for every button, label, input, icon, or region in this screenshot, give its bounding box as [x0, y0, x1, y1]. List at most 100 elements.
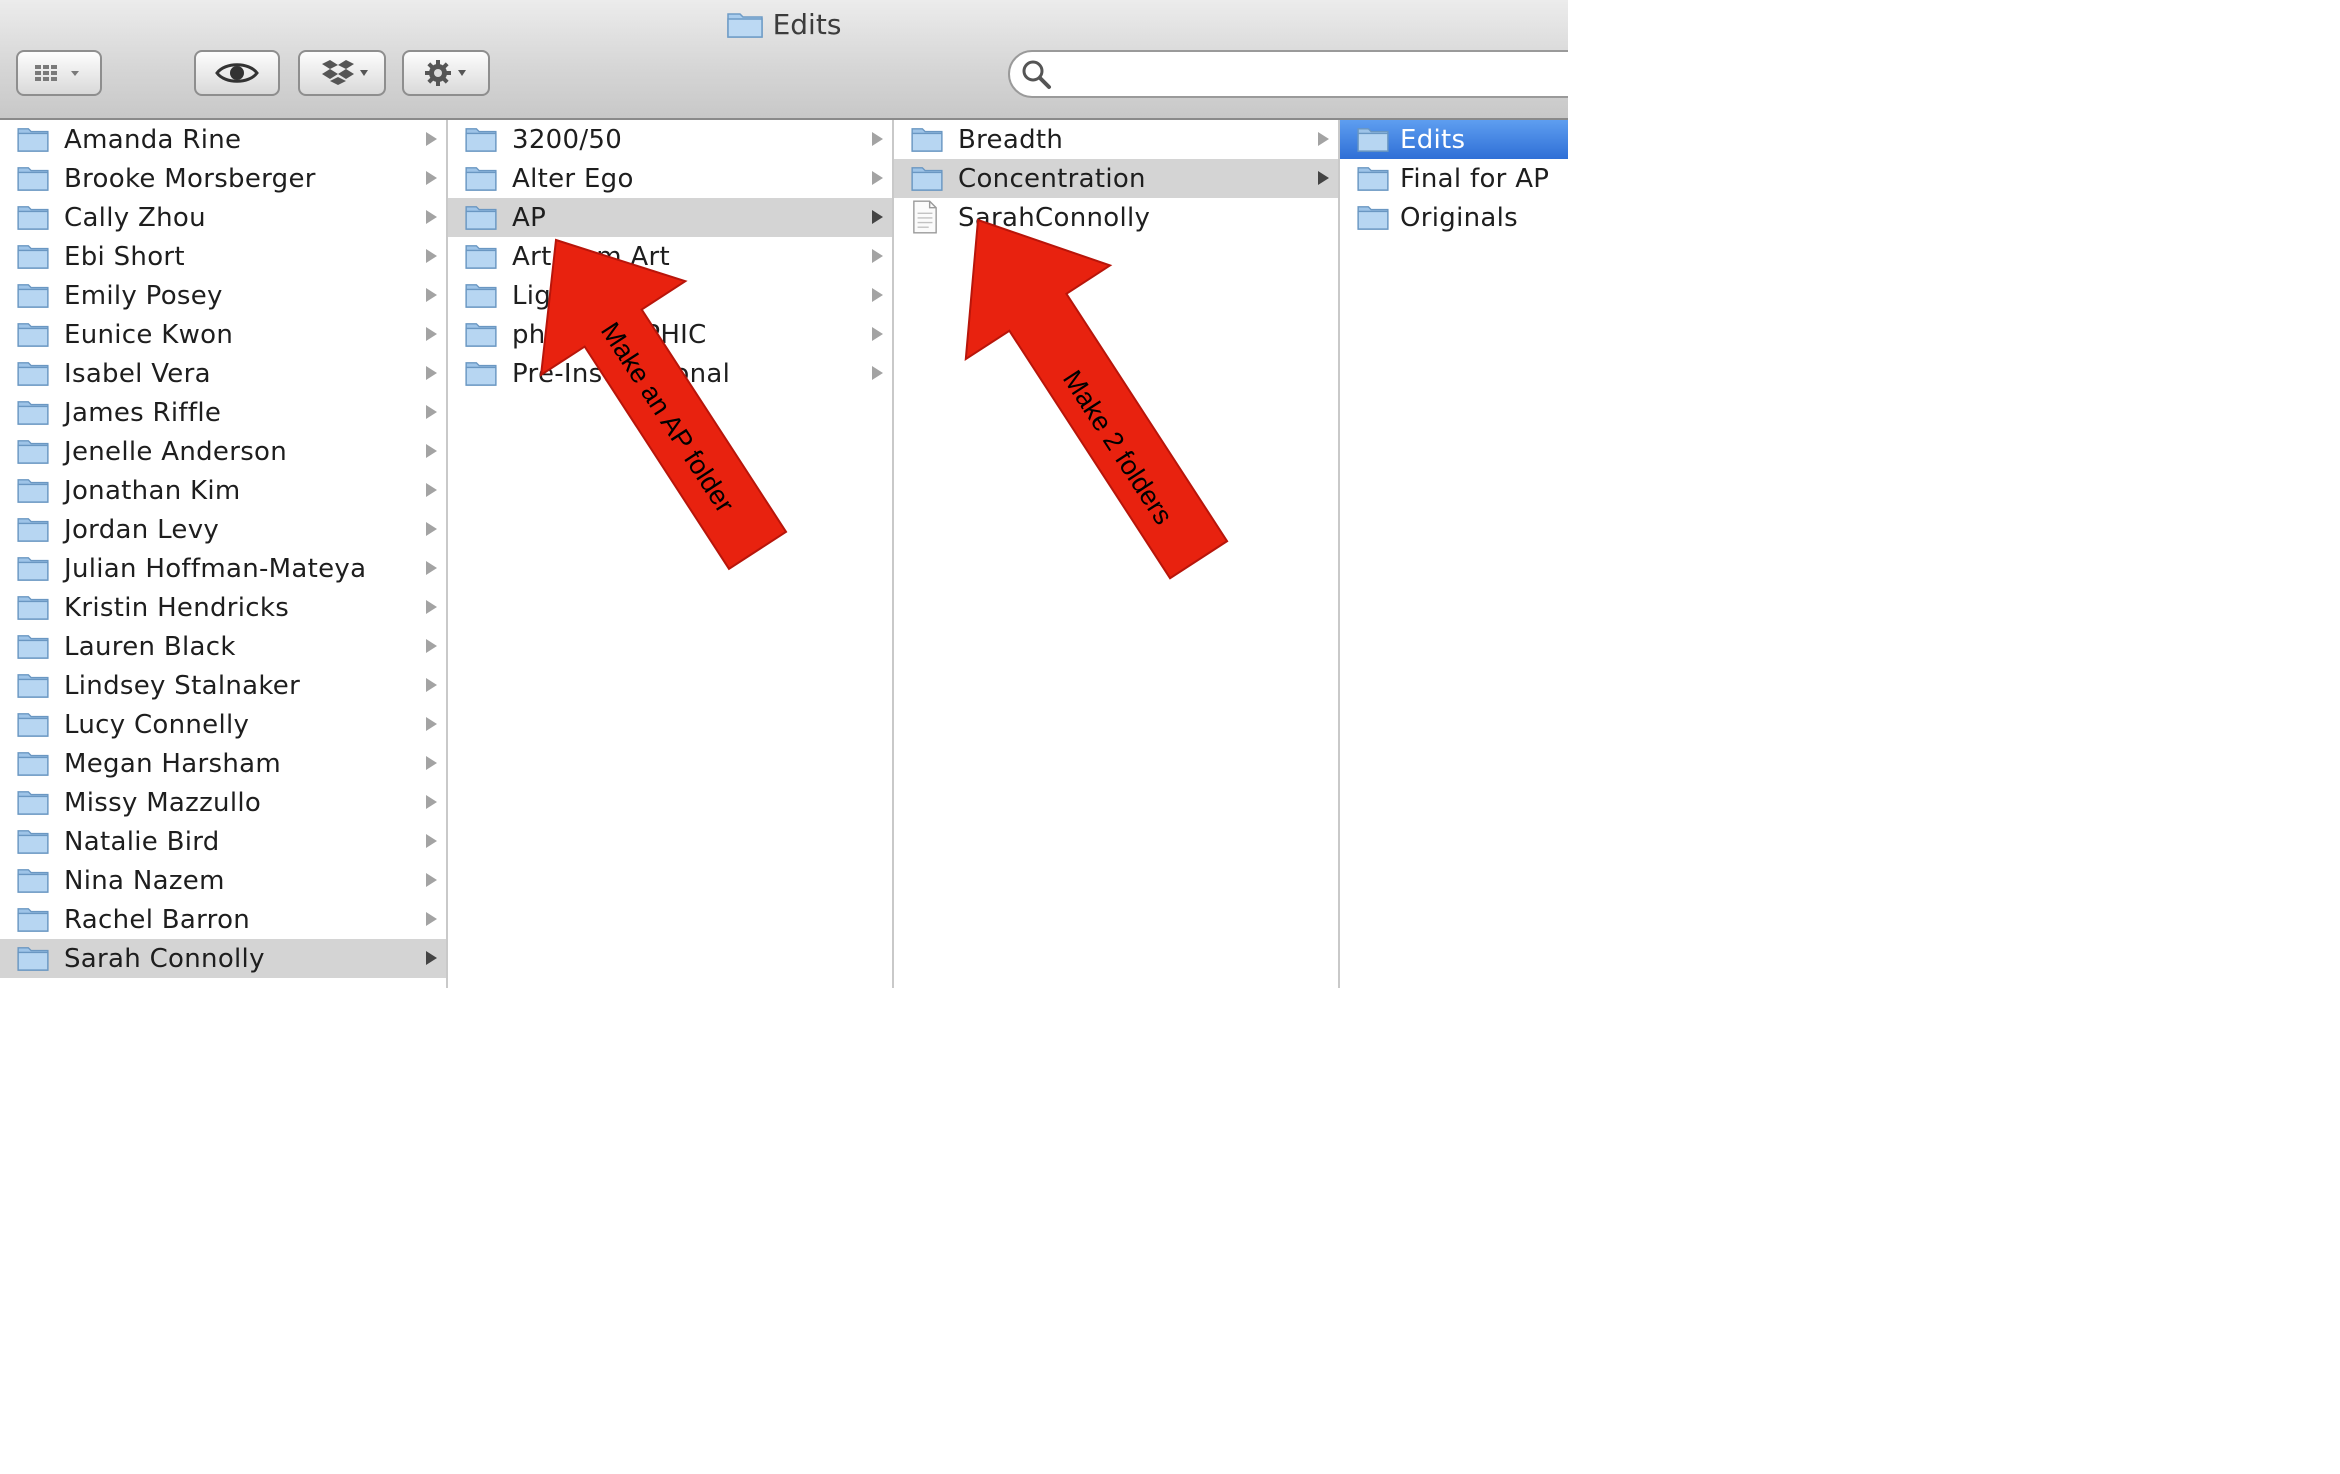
item-label: James Riffle: [64, 397, 222, 428]
disclosure-arrow-icon: [426, 756, 437, 770]
column-0-item[interactable]: Sarah Connolly: [0, 939, 446, 978]
folder-icon: [17, 713, 49, 737]
column-1-item[interactable]: Pre-Instructional: [448, 354, 892, 393]
disclosure-arrow-icon: [426, 522, 437, 536]
item-label: Natalie Bird: [64, 826, 220, 857]
column-0-item[interactable]: Jordan Levy: [0, 510, 446, 549]
item-label: 3200/50: [512, 124, 623, 155]
column-0-item[interactable]: Eunice Kwon: [0, 315, 446, 354]
disclosure-arrow-icon: [426, 483, 437, 497]
column-1-item[interactable]: Alter Ego: [448, 159, 892, 198]
column-3-item[interactable]: Final for AP: [1340, 159, 1568, 198]
disclosure-arrow-icon: [426, 600, 437, 614]
column-1-item[interactable]: photoGRAPHIC: [448, 315, 892, 354]
column-0-item[interactable]: Emily Posey: [0, 276, 446, 315]
column-3-item[interactable]: Originals: [1340, 198, 1568, 237]
column-0-item[interactable]: James Riffle: [0, 393, 446, 432]
item-label: Pre-Instructional: [512, 358, 731, 389]
column-2-item[interactable]: SarahConnolly: [894, 198, 1338, 237]
column-1-item[interactable]: AP: [448, 198, 892, 237]
folder-icon: [911, 167, 943, 191]
column-0-item[interactable]: Nina Nazem: [0, 861, 446, 900]
view-mode-button[interactable]: [16, 50, 102, 96]
column-0-item[interactable]: Isabel Vera: [0, 354, 446, 393]
folder-icon: [1357, 128, 1389, 152]
column-0-item[interactable]: Lauren Black: [0, 627, 446, 666]
disclosure-arrow-icon: [426, 678, 437, 692]
column-2-item[interactable]: Concentration: [894, 159, 1338, 198]
action-menu-button[interactable]: [402, 50, 490, 96]
column-projects: 3200/50 Alter Ego AP Art from Art Light photo…: [448, 120, 894, 988]
column-0-item[interactable]: Missy Mazzullo: [0, 783, 446, 822]
column-0-item[interactable]: Julian Hoffman-Mateya: [0, 549, 446, 588]
window-title-text: Edits: [772, 7, 842, 41]
disclosure-arrow-icon: [872, 171, 883, 185]
disclosure-arrow-icon: [426, 288, 437, 302]
disclosure-arrow-icon: [872, 327, 883, 341]
column-0-item[interactable]: Megan Harsham: [0, 744, 446, 783]
folder-icon: [17, 167, 49, 191]
folder-icon: [17, 869, 49, 893]
column-3-item[interactable]: Edits: [1340, 120, 1568, 159]
finder-window: Edits Amanda Rine Brooke Morsberger Call…: [0, 0, 1568, 988]
folder-icon: [17, 362, 49, 386]
column-0-item[interactable]: Natalie Bird: [0, 822, 446, 861]
column-0-item[interactable]: Kristin Hendricks: [0, 588, 446, 627]
column-0-item[interactable]: Amanda Rine: [0, 120, 446, 159]
folder-icon: [17, 440, 49, 464]
column-0-item[interactable]: Lindsey Stalnaker: [0, 666, 446, 705]
folder-icon: [17, 635, 49, 659]
item-label: Megan Harsham: [64, 748, 281, 779]
column-2-item[interactable]: Breadth: [894, 120, 1338, 159]
item-label: Amanda Rine: [64, 124, 242, 155]
folder-icon: [17, 245, 49, 269]
disclosure-arrow-icon: [426, 327, 437, 341]
disclosure-arrow-icon: [426, 639, 437, 653]
item-label: Breadth: [958, 124, 1064, 155]
column-0-item[interactable]: Brooke Morsberger: [0, 159, 446, 198]
item-label: Julian Hoffman-Mateya: [64, 553, 367, 584]
column-0-item[interactable]: Rachel Barron: [0, 900, 446, 939]
search-field[interactable]: [1008, 50, 1568, 98]
folder-icon: [17, 752, 49, 776]
item-label: Brooke Morsberger: [64, 163, 316, 194]
folder-icon: [17, 128, 49, 152]
item-label: Concentration: [958, 163, 1146, 194]
column-0-item[interactable]: Lucy Connelly: [0, 705, 446, 744]
disclosure-arrow-icon: [426, 717, 437, 731]
column-1-item[interactable]: 3200/50: [448, 120, 892, 159]
column-0-item[interactable]: Cally Zhou: [0, 198, 446, 237]
folder-icon: [17, 284, 49, 308]
column-0-item[interactable]: Jenelle Anderson: [0, 432, 446, 471]
disclosure-arrow-icon: [426, 873, 437, 887]
column-0-item[interactable]: Ebi Short: [0, 237, 446, 276]
column-1-item[interactable]: Light: [448, 276, 892, 315]
folder-icon: [17, 479, 49, 503]
disclosure-arrow-icon: [1318, 132, 1329, 146]
item-label: Originals: [1400, 202, 1518, 233]
item-label: Kristin Hendricks: [64, 592, 290, 623]
dropbox-button[interactable]: [298, 50, 386, 96]
item-label: Missy Mazzullo: [64, 787, 262, 818]
folder-icon: [17, 791, 49, 815]
column-ap: Breadth Concentration SarahConnolly: [894, 120, 1340, 988]
disclosure-arrow-icon: [426, 366, 437, 380]
toolbar: Edits: [0, 0, 1568, 120]
item-label: Cally Zhou: [64, 202, 206, 233]
folder-icon: [465, 128, 497, 152]
disclosure-arrow-icon: [872, 366, 883, 380]
document-icon: [913, 200, 937, 234]
column-concentration: Edits Final for AP Originals: [1340, 120, 1568, 988]
disclosure-arrow-icon: [872, 249, 883, 263]
gear-icon: [425, 60, 466, 86]
folder-icon: [17, 401, 49, 425]
folder-icon: [465, 362, 497, 386]
folder-icon: [465, 206, 497, 230]
item-label: Emily Posey: [64, 280, 223, 311]
folder-icon: [17, 557, 49, 581]
item-label: Sarah Connolly: [64, 943, 265, 974]
column-0-item[interactable]: Jonathan Kim: [0, 471, 446, 510]
item-label: SarahConnolly: [958, 202, 1151, 233]
quick-look-button[interactable]: [194, 50, 280, 96]
column-1-item[interactable]: Art from Art: [448, 237, 892, 276]
